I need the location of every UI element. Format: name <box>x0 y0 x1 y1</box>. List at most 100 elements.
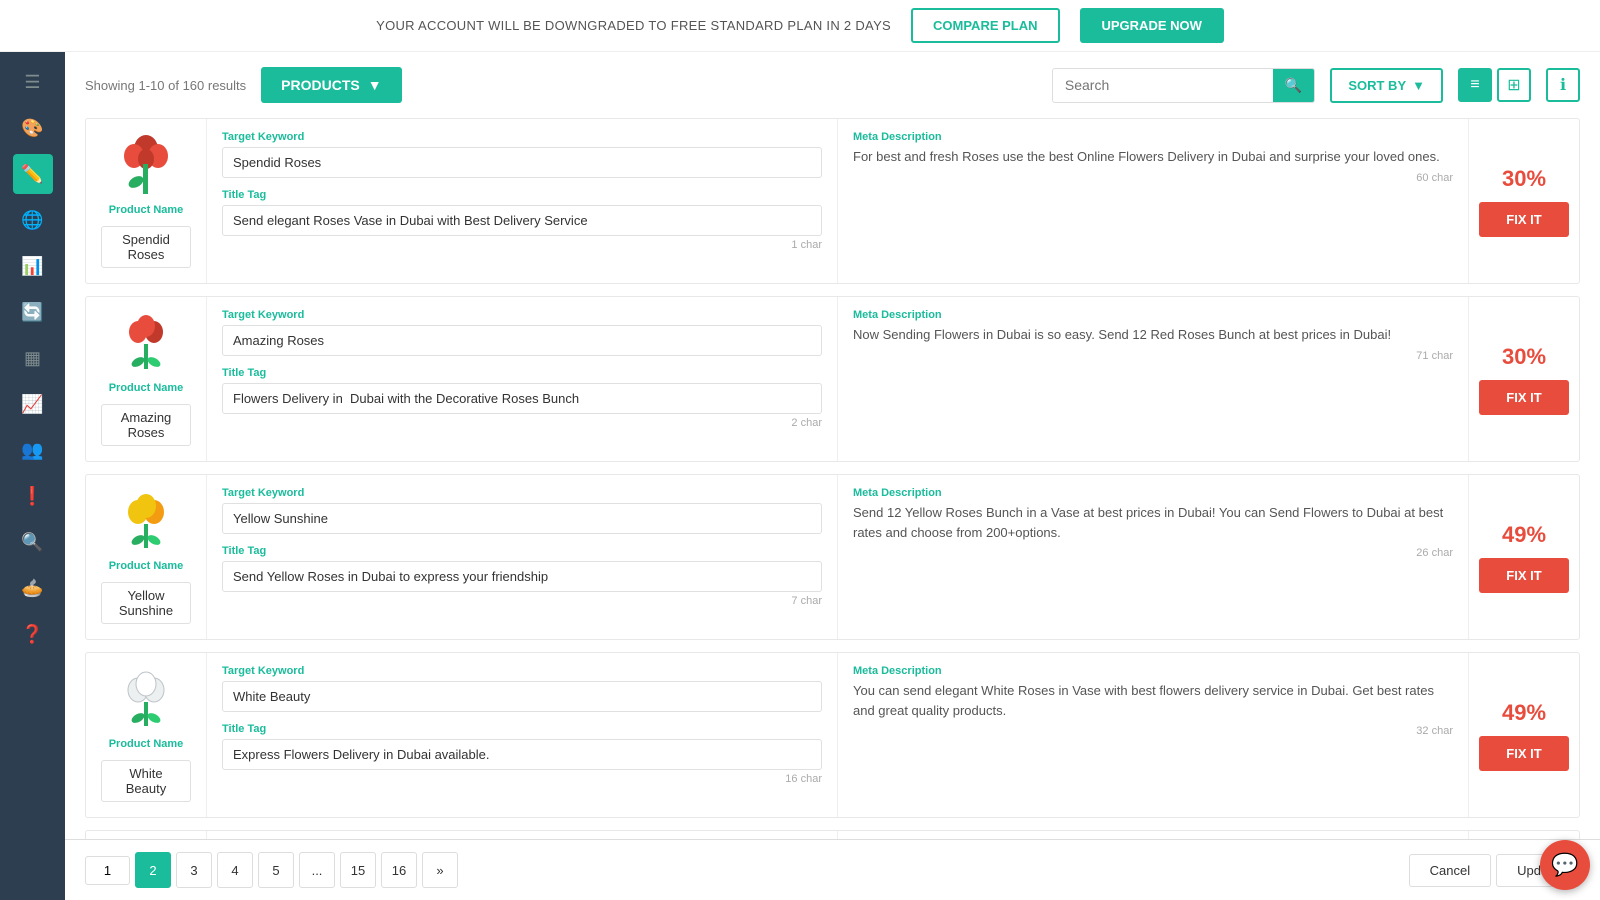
fix-it-button[interactable]: FIX IT <box>1479 558 1569 593</box>
title-tag-label: Title Tag <box>222 367 822 379</box>
product-name-value: White Beauty <box>101 760 191 802</box>
search-button[interactable]: 🔍 <box>1273 69 1314 102</box>
target-keyword-label: Target Keyword <box>222 309 822 321</box>
product-image-col: Product Name Spendid Roses <box>86 119 206 283</box>
title-tag-label: Title Tag <box>222 189 822 201</box>
product-image-col: Product Name Amazing Roses <box>86 297 206 461</box>
sidebar-help-icon[interactable]: ❓ <box>13 614 53 654</box>
results-count: Showing 1-10 of 160 results <box>85 78 246 93</box>
main-layout: ☰ 🎨 ✏️ 🌐 📊 🔄 ▦ 📈 👥 ❗ 🔍 🥧 ❓ Showing 1-10 … <box>0 52 1600 900</box>
sidebar-edit-icon[interactable]: ✏️ <box>13 154 53 194</box>
sidebar-alert-icon[interactable]: ❗ <box>13 476 53 516</box>
title-tag-input[interactable] <box>222 739 822 770</box>
score-percentage: 49% <box>1502 522 1546 548</box>
sidebar-table-icon[interactable]: ▦ <box>13 338 53 378</box>
page-2-button[interactable]: 2 <box>135 852 171 888</box>
sort-by-button[interactable]: SORT BY ▼ <box>1330 68 1443 103</box>
product-name-label: Product Name <box>109 204 184 216</box>
title-tag-label: Title Tag <box>222 545 822 557</box>
cancel-button[interactable]: Cancel <box>1409 854 1491 887</box>
product-name-value: Spendid Roses <box>101 226 191 268</box>
meta-description-text: Send 12 Yellow Roses Bunch in a Vase at … <box>853 503 1453 542</box>
title-tag-input[interactable] <box>222 383 822 414</box>
product-image <box>116 668 176 728</box>
product-fields-col: Target Keyword Title Tag 16 char <box>206 653 838 817</box>
page-next-button[interactable]: » <box>422 852 458 888</box>
target-keyword-input[interactable] <box>222 325 822 356</box>
title-char-count: 2 char <box>222 417 822 429</box>
product-image-col: Product Name White Beauty <box>86 653 206 817</box>
fix-it-button[interactable]: FIX IT <box>1479 380 1569 415</box>
product-image-col: Product Name Yellow Sunshine <box>86 475 206 639</box>
product-row: Product Name White Beauty Target Keyword… <box>85 652 1580 818</box>
target-keyword-label: Target Keyword <box>222 487 822 499</box>
meta-description-label: Meta Description <box>853 487 1453 499</box>
title-tag-input[interactable] <box>222 561 822 592</box>
sidebar: ☰ 🎨 ✏️ 🌐 📊 🔄 ▦ 📈 👥 ❗ 🔍 🥧 ❓ <box>0 52 65 900</box>
sidebar-search-icon[interactable]: 🔍 <box>13 522 53 562</box>
score-percentage: 30% <box>1502 166 1546 192</box>
product-image <box>116 312 176 372</box>
sidebar-refresh-icon[interactable]: 🔄 <box>13 292 53 332</box>
product-name-value: Yellow Sunshine <box>101 582 191 624</box>
target-keyword-input[interactable] <box>222 147 822 178</box>
sidebar-people-icon[interactable]: 👥 <box>13 430 53 470</box>
score-col: 49% FIX IT <box>1469 475 1579 639</box>
target-keyword-input[interactable] <box>222 681 822 712</box>
product-row: Product Name Spendid Roses Target Keywor… <box>85 118 1580 284</box>
product-fields-col: Target Keyword Title Tag 2 char <box>206 297 838 461</box>
sidebar-trending-icon[interactable]: 📈 <box>13 384 53 424</box>
score-percentage: 49% <box>1502 700 1546 726</box>
title-tag-input[interactable] <box>222 205 822 236</box>
page-4-button[interactable]: 4 <box>217 852 253 888</box>
sidebar-pie-icon[interactable]: 🥧 <box>13 568 53 608</box>
grid-view-button[interactable]: ⊞ <box>1497 68 1531 102</box>
meta-description-text: Now Sending Flowers in Dubai is so easy.… <box>853 325 1453 345</box>
compare-plan-button[interactable]: COMPARE PLAN <box>911 8 1059 43</box>
title-char-count: 16 char <box>222 773 822 785</box>
page-number-input[interactable] <box>85 856 130 885</box>
search-input[interactable] <box>1053 69 1273 101</box>
meta-char-count: 60 char <box>853 172 1453 184</box>
top-banner: YOUR ACCOUNT WILL BE DOWNGRADED TO FREE … <box>0 0 1600 52</box>
score-percentage: 30% <box>1502 344 1546 370</box>
target-keyword-label: Target Keyword <box>222 131 822 143</box>
page-16-button[interactable]: 16 <box>381 852 417 888</box>
sidebar-globe-icon[interactable]: 🌐 <box>13 200 53 240</box>
meta-description-col: Meta Description Send 12 Yellow Roses Bu… <box>838 475 1469 639</box>
title-char-count: 7 char <box>222 595 822 607</box>
product-row: Product Name Amazing Roses Target Keywor… <box>85 296 1580 462</box>
products-dropdown-button[interactable]: PRODUCTS ▼ <box>261 67 401 103</box>
page-5-button[interactable]: 5 <box>258 852 294 888</box>
product-name-label: Product Name <box>109 560 184 572</box>
chevron-down-icon: ▼ <box>1412 78 1425 93</box>
list-view-button[interactable]: ≡ <box>1458 68 1492 102</box>
page-3-button[interactable]: 3 <box>176 852 212 888</box>
chat-button[interactable]: 💬 <box>1540 840 1590 890</box>
product-name-value: Amazing Roses <box>101 404 191 446</box>
fix-it-button[interactable]: FIX IT <box>1479 736 1569 771</box>
meta-description-col: Meta Description Now Sending Flowers in … <box>838 297 1469 461</box>
product-fields-col: Target Keyword Title Tag 1 char <box>206 119 838 283</box>
fix-it-button[interactable]: FIX IT <box>1479 202 1569 237</box>
info-button[interactable]: ℹ <box>1546 68 1580 102</box>
chevron-down-icon: ▼ <box>368 77 382 93</box>
banner-text: YOUR ACCOUNT WILL BE DOWNGRADED TO FREE … <box>376 18 891 33</box>
upgrade-now-button[interactable]: UPGRADE NOW <box>1080 8 1224 43</box>
meta-description-label: Meta Description <box>853 665 1453 677</box>
sidebar-menu-icon[interactable]: ☰ <box>13 62 53 102</box>
meta-description-label: Meta Description <box>853 131 1453 143</box>
pagination-bar: 2 3 4 5 ... 15 16 » Cancel Update <box>65 839 1600 900</box>
target-keyword-input[interactable] <box>222 503 822 534</box>
meta-description-col: Meta Description You can send elegant Wh… <box>838 653 1469 817</box>
sidebar-chart-icon[interactable]: 📊 <box>13 246 53 286</box>
product-image <box>116 490 176 550</box>
page-15-button[interactable]: 15 <box>340 852 376 888</box>
score-col: 30% FIX IT <box>1469 297 1579 461</box>
product-name-label: Product Name <box>109 382 184 394</box>
score-col: 49% FIX IT <box>1469 653 1579 817</box>
meta-description-label: Meta Description <box>853 309 1453 321</box>
meta-char-count: 26 char <box>853 547 1453 559</box>
view-toggle: ≡ ⊞ <box>1458 68 1531 102</box>
sidebar-palette-icon[interactable]: 🎨 <box>13 108 53 148</box>
